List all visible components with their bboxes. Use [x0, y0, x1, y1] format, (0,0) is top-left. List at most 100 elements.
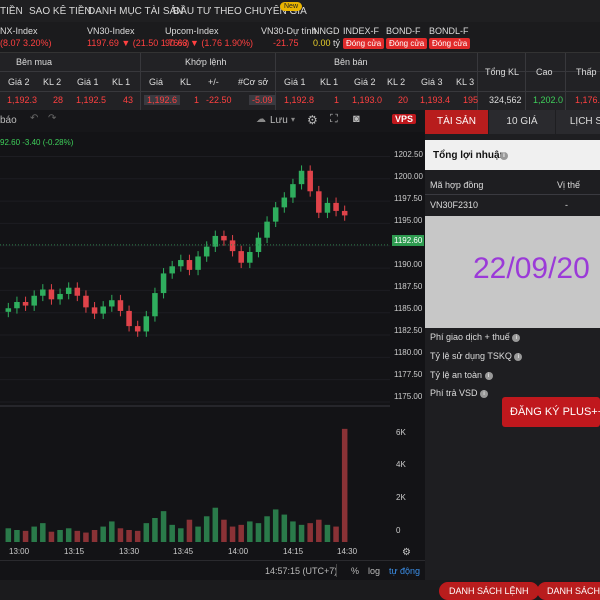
index-value: -21.75: [273, 38, 299, 48]
scale-auto-toggle[interactable]: tự động: [389, 566, 420, 576]
vol-tick: 2K: [396, 493, 406, 502]
candle: [65, 287, 72, 294]
hdr-buy-price2: Giá 2: [8, 77, 30, 87]
index-nx[interactable]: NX-Index (8.07 3.20%): [0, 26, 52, 48]
index-upcom[interactable]: Upcom-Index 90.63 ▼ (1.76 1.90%): [165, 26, 253, 48]
index-index-f[interactable]: INDEX-F Đóng cửa: [343, 26, 385, 49]
candle: [307, 170, 313, 192]
time-tick: 14:15: [283, 547, 304, 556]
volume-bar: [229, 526, 236, 542]
fullscreen-icon[interactable]: ⛶: [330, 113, 338, 126]
vps-logo: VPS: [392, 114, 417, 124]
gear-icon[interactable]: ⚙: [307, 113, 318, 127]
volume-bar: [186, 519, 193, 542]
register-plus-button[interactable]: ĐĂNG KÝ PLUS++: [502, 397, 600, 427]
val-sell-price3[interactable]: 1,193.4: [420, 95, 450, 105]
tab-tai-san[interactable]: TÀI SẢN: [425, 110, 488, 134]
volume-bar: [264, 516, 270, 542]
hdr-sell-vol3: KL 3: [456, 77, 475, 87]
candle: [134, 326, 141, 332]
candlestick-series: [5, 165, 348, 337]
metric-item-tskq-ratio: Tỷ lệ sử dụng TSKQ i: [430, 351, 523, 361]
scale-log-toggle[interactable]: log: [368, 566, 380, 576]
save-button[interactable]: Lưu: [270, 115, 288, 126]
time-tick: 13:45: [173, 547, 194, 556]
volume-bar: [65, 528, 72, 542]
candle: [186, 260, 193, 270]
volume-bar: [14, 530, 20, 542]
candle: [264, 221, 270, 238]
gear-icon[interactable]: ⚙: [402, 547, 411, 558]
volume-bar: [83, 532, 89, 542]
candle: [324, 202, 331, 213]
index-bondl-f[interactable]: BONDL-F Đóng cửa: [429, 26, 471, 49]
group-sell: Bên bán: [334, 57, 368, 67]
top-nav: TIỀN SAO KÊ TIỀN DANH MỤC TÀI SẢN ĐẦU TƯ…: [0, 0, 600, 22]
price-axis[interactable]: 1202.50 1200.00 1197.50 1195.00 1192.60 …: [390, 132, 425, 552]
time-tick: 13:30: [119, 547, 140, 556]
candle: [143, 316, 150, 332]
undo-icon[interactable]: ↶: [30, 113, 38, 124]
volume-bar: [5, 528, 12, 542]
total-profit-box[interactable]: Tổng lợi nhuận i: [425, 140, 600, 170]
info-icon[interactable]: i: [514, 352, 523, 361]
candle: [83, 295, 89, 308]
cloud-icon[interactable]: ☁: [256, 114, 266, 125]
val-buy-vol2: 28: [53, 95, 64, 105]
volume-bar: [247, 521, 253, 542]
camera-icon[interactable]: ◙: [353, 113, 360, 125]
status-pill: Đóng cửa: [343, 38, 385, 49]
volume-bar: [324, 524, 331, 542]
price-tick: 1202.50: [394, 150, 423, 159]
hdr-sell-vol2: KL 2: [387, 77, 406, 87]
info-icon[interactable]: i: [512, 333, 521, 342]
candle: [126, 310, 132, 327]
tab-lich-su[interactable]: LỊCH S: [556, 110, 600, 134]
candle: [152, 293, 158, 317]
index-vn30-du-tinh[interactable]: VN30-Dự tính -21.75: [261, 26, 317, 48]
volume-bar: [117, 528, 124, 542]
index-name: VN30-Index: [87, 26, 135, 36]
info-icon[interactable]: i: [484, 371, 493, 380]
val-buy-price1[interactable]: 1,192.5: [76, 95, 106, 105]
col-position-header: Vị thế: [557, 180, 581, 190]
contract-position: -: [565, 200, 568, 210]
candle: [290, 184, 296, 198]
candle: [281, 197, 288, 208]
chart-canvas[interactable]: [0, 132, 390, 557]
val-buy-price2[interactable]: 1,192.3: [7, 95, 37, 105]
index-nngd[interactable]: NNGD 0.00 tỷ: [313, 26, 340, 48]
index-vn30[interactable]: VN30-Index 1197.69 ▼ (21.50 1.76%): [87, 26, 189, 48]
volume-bar: [57, 530, 63, 542]
hdr-total-vol: Tổng KL: [485, 67, 520, 77]
date-watermark-area: 22/09/20: [425, 216, 600, 328]
hdr-low: Thấp: [576, 67, 597, 77]
candle: [238, 251, 244, 263]
metric-label: Tỷ lệ an toàn: [430, 370, 483, 380]
scale-percent-toggle[interactable]: %: [351, 566, 359, 576]
info-icon[interactable]: i: [480, 389, 489, 398]
contract-code[interactable]: VN30F2310: [430, 200, 478, 210]
nav-item-tien[interactable]: TIỀN: [0, 6, 23, 17]
candle: [14, 302, 20, 309]
tab-10-gia[interactable]: 10 GIÁ: [489, 110, 555, 134]
val-high: 1,202.0: [533, 95, 564, 105]
val-sell-price1[interactable]: 1,192.8: [284, 95, 314, 105]
val-match-vol: 1: [194, 95, 200, 105]
nav-item-sao-ke-tien[interactable]: SAO KÊ TIỀN: [29, 6, 92, 17]
order-list-button[interactable]: DANH SÁCH LỆNH: [439, 582, 539, 600]
chevron-down-icon[interactable]: ▾: [291, 115, 295, 124]
nav-item-danh-muc-tai-san[interactable]: DANH MỤC TÀI SẢN: [88, 6, 183, 17]
volume-bar: [203, 516, 210, 542]
candle: [48, 289, 55, 300]
chart-alert-label[interactable]: báo: [0, 115, 17, 126]
price-tick: 1195.00: [394, 216, 423, 225]
hdr-buy-vol1: KL 1: [112, 77, 131, 87]
redo-icon[interactable]: ↷: [48, 113, 56, 124]
index-bond-f[interactable]: BOND-F Đóng cửa: [386, 26, 428, 49]
info-icon[interactable]: i: [500, 152, 508, 160]
list-button[interactable]: DANH SÁCH: [537, 582, 600, 600]
candle: [178, 260, 184, 267]
volume-bar: [40, 523, 46, 542]
val-sell-price2[interactable]: 1,193.0: [352, 95, 382, 105]
